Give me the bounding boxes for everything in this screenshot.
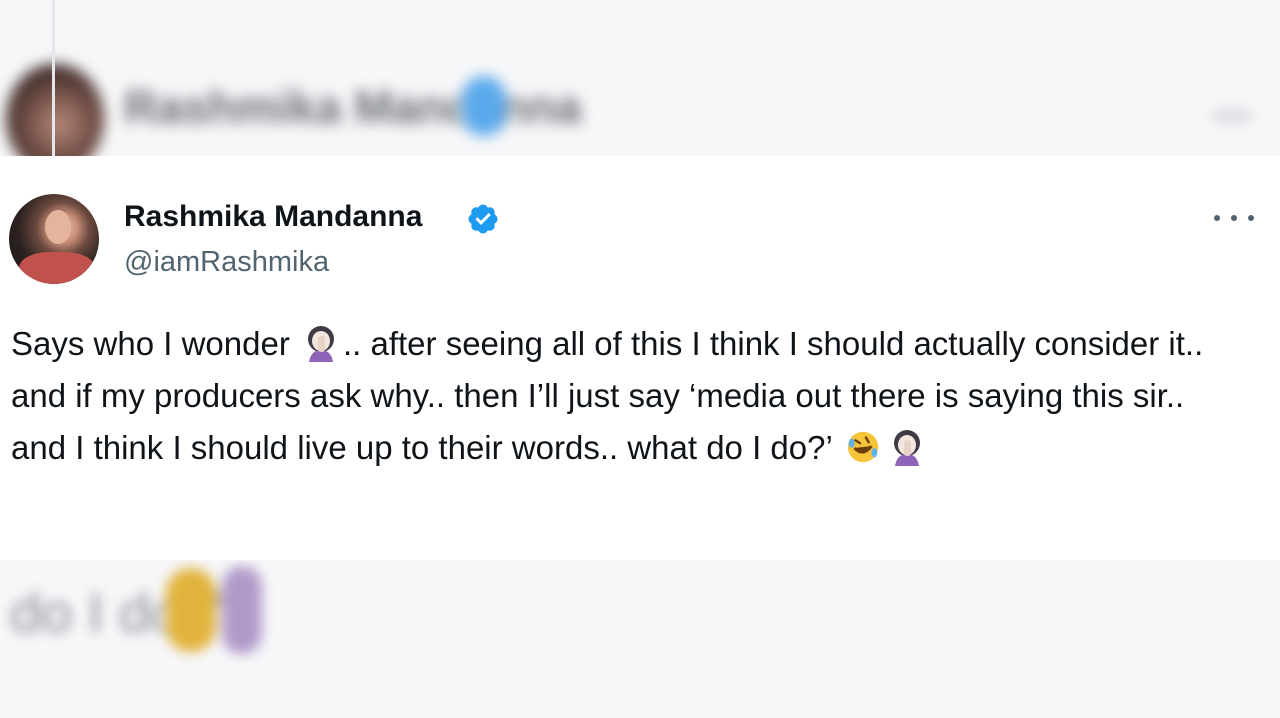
- user-handle[interactable]: @iamRashmika: [124, 246, 329, 279]
- tweet-card: Rashmika Mandanna @iamRashmika Says who …: [0, 156, 1280, 560]
- tweet-text: Says who I wonder .. after seeing all of…: [11, 318, 1241, 474]
- thread-connector-line: [52, 0, 55, 156]
- more-options-icon[interactable]: [1214, 204, 1254, 232]
- avatar[interactable]: [9, 194, 99, 284]
- blurred-background-top: Rashmika Mandanna •••: [0, 0, 1280, 156]
- woman-facepalming-emoji-icon-2: [893, 430, 920, 466]
- avatar-dress: [19, 252, 95, 284]
- display-name[interactable]: Rashmika Mandanna: [124, 200, 422, 234]
- avatar-face: [45, 210, 71, 244]
- blurred-more-icon: •••: [1214, 100, 1252, 133]
- screenshot-canvas: Rashmika Mandanna ••• Rashmika Mandanna …: [0, 0, 1280, 718]
- blurred-laugh-emoji-icon: [166, 568, 216, 652]
- more-dot: [1214, 215, 1220, 221]
- blurred-facepalm-emoji-icon: [222, 566, 262, 654]
- rolling-on-floor-laughing-emoji-icon: [847, 431, 878, 463]
- blurred-verified-badge-icon: [462, 76, 506, 136]
- tweet-text-part-1: Says who I wonder: [11, 325, 290, 362]
- blurred-display-name: Rashmika Mandanna: [124, 81, 582, 133]
- verified-badge-icon: [468, 204, 498, 234]
- more-dot: [1248, 215, 1254, 221]
- woman-facepalming-emoji-icon: [307, 326, 334, 362]
- blurred-background-bottom: do I do?’: [0, 560, 1280, 718]
- more-dot: [1231, 215, 1237, 221]
- blurred-avatar: [6, 64, 104, 156]
